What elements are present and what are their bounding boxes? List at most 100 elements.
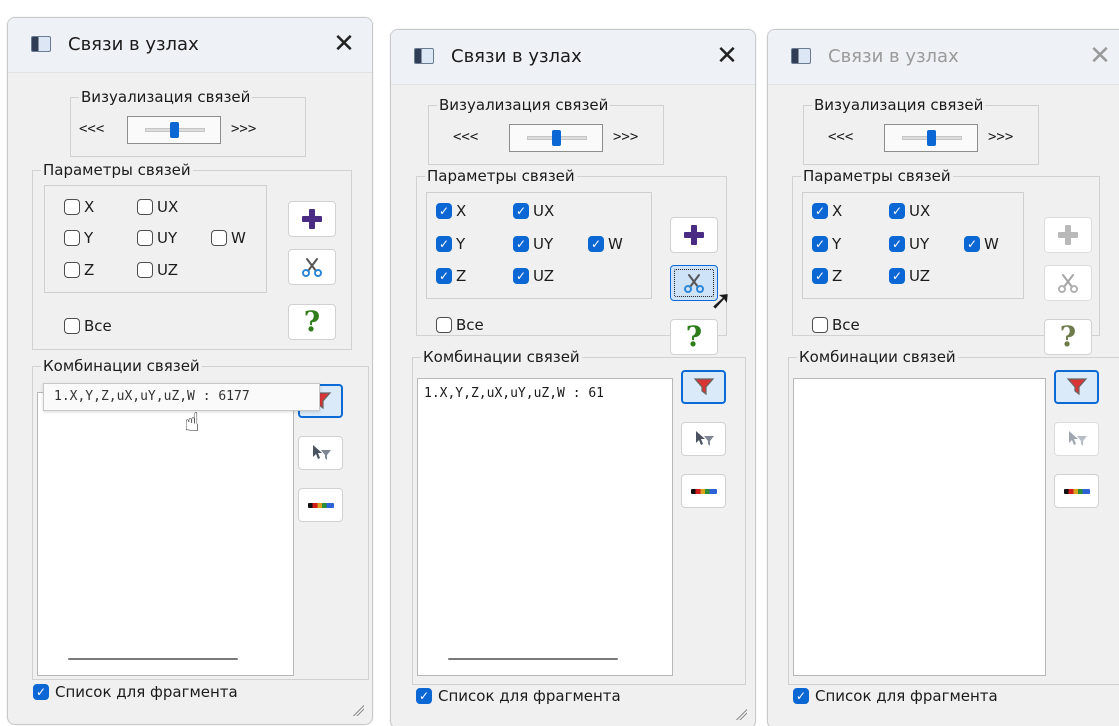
add-button[interactable] [288,201,336,237]
select-filter-button[interactable] [1054,422,1099,456]
checkbox-box[interactable]: ✓ [812,203,828,219]
footer-checkbox[interactable]: ✓ Список для фрагмента [416,686,621,706]
checkbox-y[interactable]: ✓ Y [812,234,841,254]
parameters-group: Параметры связей ✓ X ✓ UX ✓ Y ✓ UY ✓ W ✓… [416,165,727,355]
visualization-left-arrow[interactable]: <<< [79,119,104,139]
checkbox-box[interactable]: ✓ [812,268,828,284]
checkbox-ux[interactable]: ✓ UX [513,201,554,221]
checkbox-box[interactable]: ✓ [436,268,452,284]
checkbox-box[interactable] [137,262,153,278]
visualization-slider[interactable] [884,124,978,152]
checkbox-uy[interactable]: ✓ UY [889,234,929,254]
checkbox-uz[interactable]: ✓ UZ [513,266,554,286]
checkbox-box[interactable]: ✓ [436,203,452,219]
visualization-left-arrow[interactable]: <<< [453,127,478,147]
filter-button[interactable] [1054,370,1099,404]
close-button[interactable]: ✕ [1086,42,1114,70]
checkbox-uy[interactable]: UY [137,228,177,248]
help-button[interactable]: ? [288,304,336,340]
cut-button[interactable] [670,265,718,301]
checkbox-box[interactable]: ✓ [33,684,49,700]
checkbox-ux[interactable]: ✓ UX [889,201,930,221]
checkbox-x[interactable]: ✓ X [436,201,466,221]
visualization-slider[interactable] [509,124,603,152]
spectrum-button[interactable] [681,474,726,508]
visualization-right-arrow[interactable]: >>> [988,127,1013,147]
slider-thumb[interactable] [927,130,936,146]
checkbox-box[interactable] [211,230,227,246]
resize-grip-icon[interactable] [352,704,364,716]
horizontal-scrollbar[interactable] [448,658,618,660]
checkbox-z[interactable]: Z [64,260,94,280]
visualization-right-arrow[interactable]: >>> [231,119,256,139]
checkbox-x[interactable]: ✓ X [812,201,842,221]
select-filter-button[interactable] [298,436,343,470]
checkbox-ux[interactable]: UX [137,197,178,217]
checkbox-box[interactable]: ✓ [436,236,452,252]
combinations-list[interactable] [793,378,1046,676]
checkbox-box[interactable]: ✓ [513,236,529,252]
checkbox-box[interactable]: ✓ [889,236,905,252]
checkbox-all[interactable]: Все [812,315,860,335]
checkbox-box[interactable]: ✓ [416,688,432,704]
visualization-left-arrow[interactable]: <<< [828,127,853,147]
resize-grip-icon[interactable] [735,708,747,720]
select-filter-button[interactable] [681,422,726,456]
checkbox-box[interactable]: ✓ [812,236,828,252]
checkbox-box[interactable]: ✓ [513,203,529,219]
checkbox-all[interactable]: Все [436,315,484,335]
visualization-right-arrow[interactable]: >>> [613,127,638,147]
parameters-group: Параметры связей X UX Y UY W Z UZ Все ? [32,159,352,350]
checkbox-uy-label: UY [909,235,930,253]
checkbox-box[interactable] [137,199,153,215]
cut-button[interactable] [288,249,336,285]
footer-checkbox[interactable]: ✓ Список для фрагмента [33,682,238,702]
slider-thumb[interactable] [170,122,179,138]
checkbox-box[interactable] [64,199,80,215]
checkbox-z[interactable]: ✓ Z [812,266,842,286]
close-button[interactable]: ✕ [713,42,741,70]
checkbox-box[interactable]: ✓ [513,268,529,284]
combinations-list[interactable] [37,392,294,676]
checkbox-y[interactable]: Y [64,228,93,248]
checkbox-all-label: Все [832,316,860,334]
checkbox-y[interactable]: ✓ Y [436,234,465,254]
checkbox-box[interactable]: ✓ [889,268,905,284]
checkbox-uz[interactable]: UZ [137,260,178,280]
checkbox-box[interactable]: ✓ [793,688,809,704]
checkbox-box[interactable] [64,318,80,334]
dialog-title: Связи в узлах [828,46,959,67]
close-button[interactable]: ✕ [330,30,358,58]
checkbox-uy[interactable]: ✓ UY [513,234,553,254]
add-button[interactable] [1044,217,1092,253]
checkbox-all[interactable]: Все [64,316,112,336]
checkbox-box[interactable] [137,230,153,246]
checkbox-box[interactable]: ✓ [964,236,980,252]
checkbox-box[interactable]: ✓ [889,203,905,219]
checkbox-uz[interactable]: ✓ UZ [889,266,930,286]
footer-checkbox[interactable]: ✓ Список для фрагмента [793,686,998,706]
spectrum-button[interactable] [298,488,343,522]
checkbox-box[interactable] [64,262,80,278]
dialog-panel-2: Связи в узлах ✕ Визуализация связей <<< … [390,29,756,726]
checkbox-w[interactable]: W [211,228,246,248]
help-button[interactable]: ? [670,319,718,355]
checkbox-box[interactable]: ✓ [588,236,604,252]
checkbox-x[interactable]: X [64,197,94,217]
combination-item[interactable]: 1.X,Y,Z,uX,uY,uZ,W : 61 [424,385,604,403]
checkbox-w[interactable]: ✓ W [964,234,999,254]
checkbox-z[interactable]: ✓ Z [436,266,466,286]
visualization-slider[interactable] [127,116,221,144]
filter-button[interactable] [681,370,726,404]
checkbox-box[interactable] [64,230,80,246]
checkbox-box[interactable] [812,317,828,333]
spectrum-button[interactable] [1054,474,1099,508]
checkbox-box[interactable] [436,317,452,333]
horizontal-scrollbar[interactable] [68,658,238,660]
slider-thumb[interactable] [552,130,561,146]
combinations-list[interactable]: 1.X,Y,Z,uX,uY,uZ,W : 61 [417,378,673,676]
help-button[interactable]: ? [1044,319,1092,355]
add-button[interactable] [670,217,718,253]
cut-button[interactable] [1044,265,1092,301]
checkbox-w[interactable]: ✓ W [588,234,623,254]
